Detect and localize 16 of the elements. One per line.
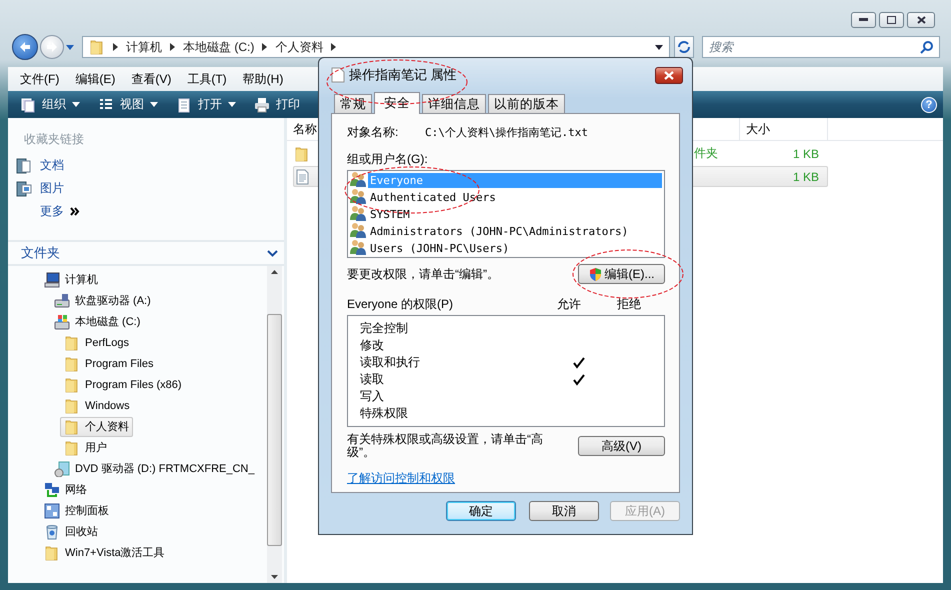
permission-name: 写入 [359, 388, 385, 405]
dialog-title: 操作指南笔记 属性 [349, 66, 457, 84]
field-label: 对象名称: [347, 124, 400, 140]
object-path: C:\个人资料\操作指南笔记.txt [425, 124, 588, 140]
permission-name: 完全控制 [359, 320, 409, 337]
column-header: 允许 [557, 297, 581, 311]
permission-name: 特殊权限 [359, 405, 409, 422]
field-label: 组或用户名(G): [347, 151, 429, 168]
permission-name: 读取和执行 [359, 354, 421, 371]
permission-name: 修改 [359, 337, 385, 354]
column-header: 拒绝 [617, 297, 641, 311]
section-title: 收藏夹链接 [23, 131, 85, 148]
hint-text: 要更改权限，请单击“编辑”。 [347, 266, 499, 282]
hint-text: 有关特殊权限或高级设置，请单击“高级”。 [347, 433, 544, 459]
field-label: Everyone 的权限(P) [347, 296, 454, 313]
permission-name: 读取 [359, 371, 385, 388]
